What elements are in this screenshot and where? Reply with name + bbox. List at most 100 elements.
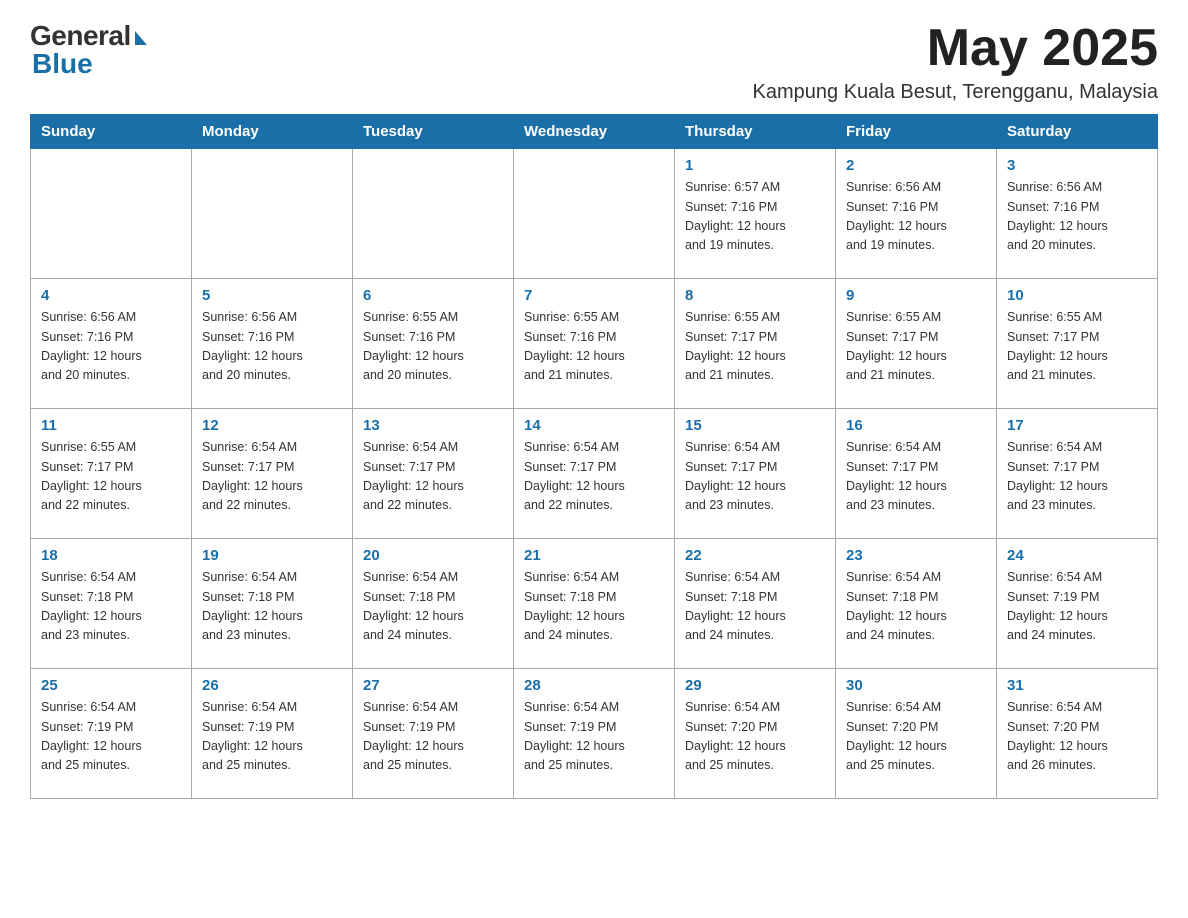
day-info: Sunrise: 6:54 AMSunset: 7:18 PMDaylight:… [363, 568, 503, 646]
calendar-cell: 7 Sunrise: 6:55 AMSunset: 7:16 PMDaylight… [514, 279, 675, 409]
calendar-cell: 22 Sunrise: 6:54 AMSunset: 7:18 PMDayligh… [675, 539, 836, 669]
logo: General Blue [30, 20, 147, 80]
day-number: 15 [685, 417, 825, 434]
day-number: 23 [846, 547, 986, 564]
day-info: Sunrise: 6:55 AMSunset: 7:17 PMDaylight:… [846, 308, 986, 386]
day-number: 22 [685, 547, 825, 564]
day-info: Sunrise: 6:56 AMSunset: 7:16 PMDaylight:… [41, 308, 181, 386]
calendar-cell: 10 Sunrise: 6:55 AMSunset: 7:17 PMDayligh… [997, 279, 1158, 409]
day-info: Sunrise: 6:54 AMSunset: 7:17 PMDaylight:… [685, 438, 825, 516]
calendar-cell: 31Sunrise: 6:54 AMSunset: 7:20 PMDayligh… [997, 669, 1158, 799]
calendar-week-row: 25 Sunrise: 6:54 AMSunset: 7:19 PMDayligh… [31, 669, 1158, 799]
day-info: Sunrise: 6:54 AMSunset: 7:18 PMDaylight:… [846, 568, 986, 646]
weekday-header-monday: Monday [192, 115, 353, 149]
calendar-cell: 19 Sunrise: 6:54 AMSunset: 7:18 PMDayligh… [192, 539, 353, 669]
day-number: 19 [202, 547, 342, 564]
day-number: 13 [363, 417, 503, 434]
weekday-header-friday: Friday [836, 115, 997, 149]
day-info: Sunrise: 6:55 AMSunset: 7:16 PMDaylight:… [363, 308, 503, 386]
calendar-cell: 23 Sunrise: 6:54 AMSunset: 7:18 PMDayligh… [836, 539, 997, 669]
day-number: 20 [363, 547, 503, 564]
day-number: 7 [524, 287, 664, 304]
weekday-header-sunday: Sunday [31, 115, 192, 149]
day-info: Sunrise: 6:54 AMSunset: 7:18 PMDaylight:… [202, 568, 342, 646]
day-info: Sunrise: 6:56 AMSunset: 7:16 PMDaylight:… [202, 308, 342, 386]
day-number: 4 [41, 287, 181, 304]
day-number: 25 [41, 677, 181, 694]
calendar-cell: 25 Sunrise: 6:54 AMSunset: 7:19 PMDayligh… [31, 669, 192, 799]
day-number: 28 [524, 677, 664, 694]
calendar-cell: 8Sunrise: 6:55 AMSunset: 7:17 PMDaylight… [675, 279, 836, 409]
calendar-cell: 24 Sunrise: 6:54 AMSunset: 7:19 PMDayligh… [997, 539, 1158, 669]
calendar-cell [353, 149, 514, 279]
day-number: 29 [685, 677, 825, 694]
calendar-cell: 30 Sunrise: 6:54 AMSunset: 7:20 PMDayligh… [836, 669, 997, 799]
day-number: 1 [685, 157, 825, 174]
calendar-cell: 21 Sunrise: 6:54 AMSunset: 7:18 PMDayligh… [514, 539, 675, 669]
day-number: 9 [846, 287, 986, 304]
calendar-table: SundayMondayTuesdayWednesdayThursdayFrid… [30, 114, 1158, 799]
day-number: 14 [524, 417, 664, 434]
day-info: Sunrise: 6:54 AMSunset: 7:17 PMDaylight:… [202, 438, 342, 516]
title-block: May 2025 Kampung Kuala Besut, Terengganu… [753, 20, 1158, 104]
day-info: Sunrise: 6:55 AMSunset: 7:16 PMDaylight:… [524, 308, 664, 386]
day-info: Sunrise: 6:54 AMSunset: 7:19 PMDaylight:… [41, 698, 181, 776]
calendar-week-row: 18Sunrise: 6:54 AMSunset: 7:18 PMDayligh… [31, 539, 1158, 669]
calendar-cell [514, 149, 675, 279]
page-header: General Blue May 2025 Kampung Kuala Besu… [30, 20, 1158, 104]
month-title: May 2025 [753, 20, 1158, 77]
location-title: Kampung Kuala Besut, Terengganu, Malaysi… [753, 81, 1158, 104]
calendar-cell: 26Sunrise: 6:54 AMSunset: 7:19 PMDayligh… [192, 669, 353, 799]
calendar-cell: 4 Sunrise: 6:56 AMSunset: 7:16 PMDaylight… [31, 279, 192, 409]
calendar-cell: 12 Sunrise: 6:54 AMSunset: 7:17 PMDayligh… [192, 409, 353, 539]
day-info: Sunrise: 6:54 AMSunset: 7:18 PMDaylight:… [524, 568, 664, 646]
day-number: 26 [202, 677, 342, 694]
day-number: 3 [1007, 157, 1147, 174]
calendar-cell: 17 Sunrise: 6:54 AMSunset: 7:17 PMDayligh… [997, 409, 1158, 539]
day-info: Sunrise: 6:54 AMSunset: 7:18 PMDaylight:… [685, 568, 825, 646]
calendar-cell: 14 Sunrise: 6:54 AMSunset: 7:17 PMDayligh… [514, 409, 675, 539]
day-number: 2 [846, 157, 986, 174]
day-number: 21 [524, 547, 664, 564]
day-info: Sunrise: 6:54 AMSunset: 7:20 PMDaylight:… [846, 698, 986, 776]
day-info: Sunrise: 6:54 AMSunset: 7:17 PMDaylight:… [524, 438, 664, 516]
day-number: 27 [363, 677, 503, 694]
calendar-cell [192, 149, 353, 279]
logo-blue-text: Blue [32, 48, 93, 80]
day-number: 10 [1007, 287, 1147, 304]
day-info: Sunrise: 6:56 AMSunset: 7:16 PMDaylight:… [1007, 178, 1147, 256]
weekday-header-thursday: Thursday [675, 115, 836, 149]
calendar-cell: 6 Sunrise: 6:55 AMSunset: 7:16 PMDaylight… [353, 279, 514, 409]
day-number: 17 [1007, 417, 1147, 434]
day-info: Sunrise: 6:54 AMSunset: 7:18 PMDaylight:… [41, 568, 181, 646]
day-number: 12 [202, 417, 342, 434]
calendar-header-row: SundayMondayTuesdayWednesdayThursdayFrid… [31, 115, 1158, 149]
calendar-cell: 2 Sunrise: 6:56 AMSunset: 7:16 PMDaylight… [836, 149, 997, 279]
day-info: Sunrise: 6:54 AMSunset: 7:19 PMDaylight:… [524, 698, 664, 776]
calendar-week-row: 4 Sunrise: 6:56 AMSunset: 7:16 PMDaylight… [31, 279, 1158, 409]
day-info: Sunrise: 6:54 AMSunset: 7:19 PMDaylight:… [1007, 568, 1147, 646]
calendar-cell: 28 Sunrise: 6:54 AMSunset: 7:19 PMDayligh… [514, 669, 675, 799]
calendar-cell: 1 Sunrise: 6:57 AMSunset: 7:16 PMDaylight… [675, 149, 836, 279]
calendar-cell: 27Sunrise: 6:54 AMSunset: 7:19 PMDayligh… [353, 669, 514, 799]
day-info: Sunrise: 6:55 AMSunset: 7:17 PMDaylight:… [1007, 308, 1147, 386]
day-number: 6 [363, 287, 503, 304]
calendar-cell: 9 Sunrise: 6:55 AMSunset: 7:17 PMDaylight… [836, 279, 997, 409]
day-info: Sunrise: 6:54 AMSunset: 7:17 PMDaylight:… [1007, 438, 1147, 516]
calendar-cell [31, 149, 192, 279]
day-info: Sunrise: 6:54 AMSunset: 7:17 PMDaylight:… [846, 438, 986, 516]
weekday-header-saturday: Saturday [997, 115, 1158, 149]
calendar-cell: 5Sunrise: 6:56 AMSunset: 7:16 PMDaylight… [192, 279, 353, 409]
day-number: 24 [1007, 547, 1147, 564]
day-info: Sunrise: 6:54 AMSunset: 7:20 PMDaylight:… [1007, 698, 1147, 776]
calendar-cell: 18Sunrise: 6:54 AMSunset: 7:18 PMDayligh… [31, 539, 192, 669]
calendar-week-row: 1 Sunrise: 6:57 AMSunset: 7:16 PMDaylight… [31, 149, 1158, 279]
calendar-cell: 13 Sunrise: 6:54 AMSunset: 7:17 PMDayligh… [353, 409, 514, 539]
day-info: Sunrise: 6:56 AMSunset: 7:16 PMDaylight:… [846, 178, 986, 256]
logo-triangle-icon [135, 31, 147, 45]
day-info: Sunrise: 6:55 AMSunset: 7:17 PMDaylight:… [685, 308, 825, 386]
calendar-cell: 15 Sunrise: 6:54 AMSunset: 7:17 PMDayligh… [675, 409, 836, 539]
day-number: 30 [846, 677, 986, 694]
day-info: Sunrise: 6:57 AMSunset: 7:16 PMDaylight:… [685, 178, 825, 256]
day-info: Sunrise: 6:54 AMSunset: 7:17 PMDaylight:… [363, 438, 503, 516]
